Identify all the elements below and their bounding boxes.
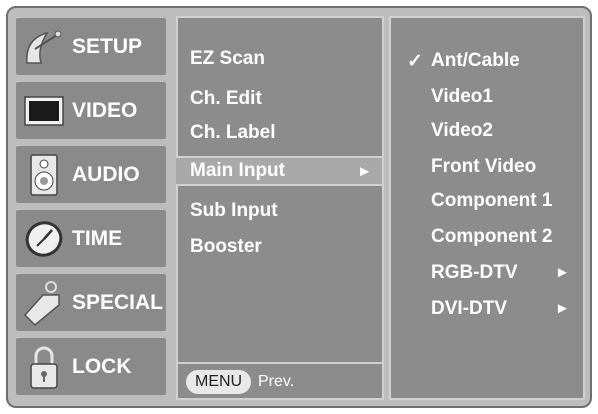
option-video1[interactable]: Video1 <box>431 86 493 108</box>
sidebar-item-label: AUDIO <box>72 162 140 186</box>
tag-icon <box>16 275 72 331</box>
sidebar-item-label: SETUP <box>72 34 143 58</box>
input-options-menu: ✓ Ant/Cable Video1 Video2 Front Video Co… <box>389 16 585 400</box>
sidebar-item-audio[interactable]: AUDIO <box>14 144 168 205</box>
menu-item-main-input[interactable]: Main Input ► <box>176 156 382 186</box>
option-component-1[interactable]: Component 1 <box>431 190 552 212</box>
menu-item-label: Main Input <box>190 160 285 181</box>
setup-menu: EZ Scan Ch. Edit Ch. Label Main Input ► … <box>176 16 384 400</box>
checkmark-icon: ✓ <box>407 51 423 72</box>
footer-bar: MENU Prev. <box>176 362 384 400</box>
submenu-arrow-icon: ► <box>357 162 372 180</box>
speaker-icon <box>16 147 72 203</box>
menu-button[interactable]: MENU <box>186 370 252 394</box>
padlock-icon <box>16 339 72 395</box>
submenu-arrow-icon: ► <box>555 300 570 317</box>
clock-icon <box>16 211 72 267</box>
option-dvi-dtv[interactable]: DVI-DTV ► <box>431 298 570 320</box>
sidebar-item-setup[interactable]: SETUP <box>14 16 168 77</box>
menu-item-booster[interactable]: Booster <box>190 236 262 258</box>
sidebar-item-lock[interactable]: LOCK <box>14 336 168 397</box>
sidebar-item-label: VIDEO <box>72 98 138 122</box>
sidebar-item-special[interactable]: SPECIAL <box>14 272 168 333</box>
menu-item-sub-input[interactable]: Sub Input <box>190 200 278 222</box>
sidebar-item-label: TIME <box>72 226 123 250</box>
menu-item-ch-label[interactable]: Ch. Label <box>190 122 276 144</box>
menu-item-ch-edit[interactable]: Ch. Edit <box>190 88 262 110</box>
monitor-icon <box>16 83 72 139</box>
menu-item-ez-scan[interactable]: EZ Scan <box>190 48 265 70</box>
option-ant-cable[interactable]: ✓ Ant/Cable <box>407 50 520 72</box>
option-front-video[interactable]: Front Video <box>431 156 536 178</box>
sidebar-item-label: SPECIAL <box>72 290 164 314</box>
satellite-dish-icon <box>16 19 72 75</box>
option-component-2[interactable]: Component 2 <box>431 226 552 248</box>
sidebar-item-label: LOCK <box>72 354 132 378</box>
sidebar-item-video[interactable]: VIDEO <box>14 80 168 141</box>
prev-label: Prev. <box>258 373 295 390</box>
submenu-arrow-icon: ► <box>555 264 570 281</box>
sidebar: SETUP VIDEO AUDIO TIME SPECIAL LOCK <box>14 16 168 400</box>
sidebar-item-time[interactable]: TIME <box>14 208 168 269</box>
option-video2[interactable]: Video2 <box>431 120 493 142</box>
option-rgb-dtv[interactable]: RGB-DTV ► <box>431 262 570 284</box>
